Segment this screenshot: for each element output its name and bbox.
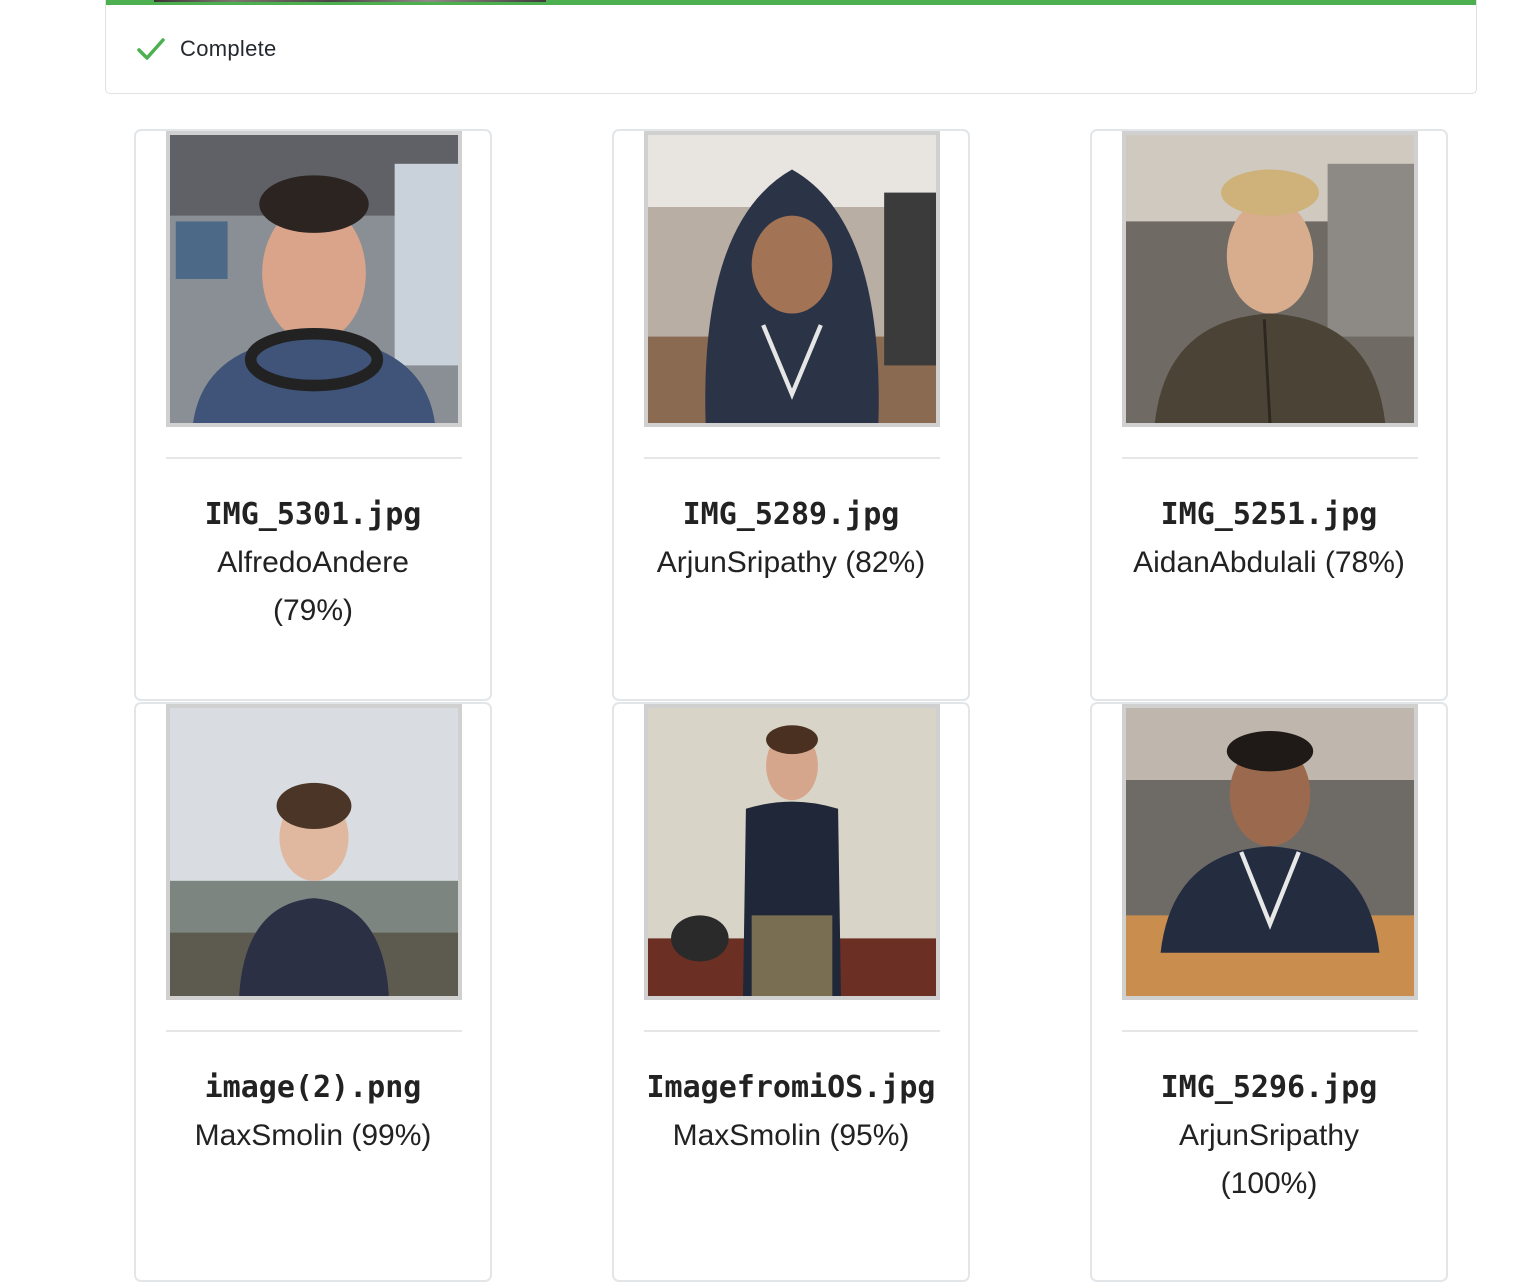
face-photo xyxy=(1122,131,1418,427)
result-filename: IMG_5296.jpg xyxy=(1160,1070,1378,1105)
result-card: IMG_5301.jpg AlfredoAndere (79%) xyxy=(134,129,492,701)
card-divider xyxy=(166,1030,462,1032)
face-photo xyxy=(644,131,940,427)
result-match: AidanAbdulali (78%) xyxy=(1133,546,1405,579)
result-card: IMG_5296.jpg ArjunSripathy (100%) xyxy=(1090,702,1448,1282)
progress-image-strip xyxy=(154,0,546,2)
result-card: image(2).png MaxSmolin (99%) xyxy=(134,702,492,1282)
result-filename: IMG_5289.jpg xyxy=(682,497,900,532)
card-divider xyxy=(644,457,940,459)
result-match: MaxSmolin (95%) xyxy=(672,1119,910,1152)
result-filename: ImagefromiOS.jpg xyxy=(646,1070,936,1105)
check-icon xyxy=(136,35,166,63)
face-photo xyxy=(1122,704,1418,1000)
result-match: ArjunSripathy (100%) xyxy=(1178,1119,1360,1200)
result-card: IMG_5289.jpg ArjunSripathy (82%) xyxy=(612,129,970,701)
result-card: IMG_5251.jpg AidanAbdulali (78%) xyxy=(1090,129,1448,701)
status-panel: Complete xyxy=(105,0,1477,94)
card-divider xyxy=(166,457,462,459)
face-photo xyxy=(644,704,940,1000)
face-photo xyxy=(166,131,462,427)
result-match: AlfredoAndere (79%) xyxy=(217,546,409,627)
result-filename: IMG_5251.jpg xyxy=(1160,497,1378,532)
result-card: ImagefromiOS.jpg MaxSmolin (95%) xyxy=(612,702,970,1282)
card-divider xyxy=(644,1030,940,1032)
result-filename: image(2).png xyxy=(204,1070,422,1105)
card-divider xyxy=(1122,457,1418,459)
result-filename: IMG_5301.jpg xyxy=(204,497,422,532)
result-match: ArjunSripathy (82%) xyxy=(656,546,926,579)
status-label: Complete xyxy=(180,36,277,61)
result-match: MaxSmolin (99%) xyxy=(194,1119,432,1152)
status-row: Complete xyxy=(136,35,277,63)
progress-bar xyxy=(106,0,1476,5)
face-photo xyxy=(166,704,462,1000)
card-divider xyxy=(1122,1030,1418,1032)
